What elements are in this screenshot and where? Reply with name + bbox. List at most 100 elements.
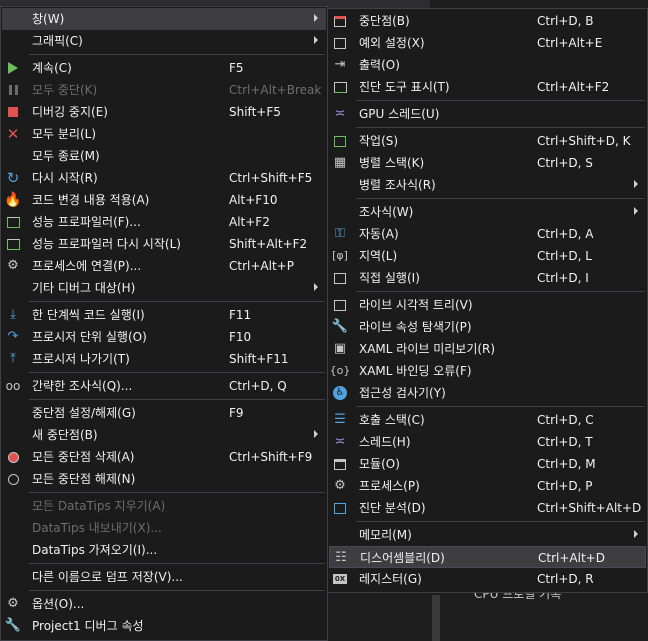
menu-item-clear-datatips[interactable]: 모든 DataTips 지우기(A) bbox=[2, 495, 326, 517]
menu-item-apply-code-changes[interactable]: 🔥 코드 변경 내용 적용(A) Alt+F10 bbox=[2, 189, 326, 211]
menu-item-performance-profiler[interactable]: 성능 프로파일러(F)... Alt+F2 bbox=[2, 211, 326, 233]
menu-item-import-datatips[interactable]: DataTips 가져오기(I)... bbox=[2, 539, 326, 561]
submenu-arrow-icon bbox=[314, 36, 318, 44]
menu-item-parallel-stacks[interactable]: ▦ 병렬 스택(K) Ctrl+D, S bbox=[329, 152, 646, 174]
menu-item-call-stack[interactable]: ☰ 호출 스택(C) Ctrl+D, C bbox=[329, 409, 646, 431]
tasks-icon bbox=[331, 132, 349, 150]
threads-icon: ≍ bbox=[334, 434, 346, 449]
separator bbox=[356, 521, 645, 522]
menu-item-live-property-explorer[interactable]: 🔧 라이브 속성 탐색기(P) bbox=[329, 316, 646, 338]
debug-menu: 창(W) 그래픽(C) 계속(C) F5 모두 중단(K) Ctrl+Alt+B… bbox=[0, 6, 328, 641]
parallel-stacks-icon: ▦ bbox=[333, 155, 347, 170]
menu-item-threads[interactable]: ≍ 스레드(H) Ctrl+D, T bbox=[329, 431, 646, 453]
menu-item-break-all[interactable]: 모두 중단(K) Ctrl+Alt+Break bbox=[2, 79, 326, 101]
separator bbox=[29, 54, 325, 55]
menu-item-continue[interactable]: 계속(C) F5 bbox=[2, 57, 326, 79]
modules-icon bbox=[331, 455, 349, 473]
menu-item-options[interactable]: ⚙ 옵션(O)... bbox=[2, 593, 326, 615]
menu-item-output[interactable]: ⇥ 출력(O) bbox=[329, 54, 646, 76]
glasses-icon: oo bbox=[5, 379, 21, 393]
separator bbox=[356, 127, 645, 128]
menu-item-gpu-threads[interactable]: ≍ GPU 스레드(U) bbox=[329, 103, 646, 125]
disassembly-icon: ☷ bbox=[335, 550, 347, 565]
menu-item-memory[interactable]: 메모리(M) bbox=[329, 524, 646, 546]
menu-item-xaml-binding-failures[interactable]: {o} XAML 바인딩 오류(F) bbox=[329, 360, 646, 382]
menu-item-toggle-breakpoint[interactable]: 중단점 설정/해제(G) F9 bbox=[2, 402, 326, 424]
menu-item-step-over[interactable]: ↷ 프로시저 단위 실행(O) F10 bbox=[2, 326, 326, 348]
menu-item-relaunch-profiler[interactable]: 성능 프로파일러 다시 시작(L) Shift+Alt+F2 bbox=[2, 233, 326, 255]
separator bbox=[29, 492, 325, 493]
menu-item-autos[interactable]: ⚿ 자동(A) Ctrl+D, A bbox=[329, 223, 646, 245]
menu-item-step-into[interactable]: ⤓ 한 단계씩 코드 실행(I) F11 bbox=[2, 304, 326, 326]
disable-breakpoints-icon bbox=[4, 470, 22, 488]
restart-icon: ↻ bbox=[6, 169, 20, 187]
submenu-arrow-icon bbox=[314, 283, 318, 291]
diagnostic-tools-icon bbox=[331, 78, 349, 96]
property-explorer-icon: 🔧 bbox=[331, 319, 349, 334]
menu-item-project-debug-properties[interactable]: 🔧 Project1 디버그 속성 bbox=[2, 615, 326, 637]
accessibility-icon: ♿ bbox=[331, 384, 349, 402]
step-into-icon: ⤓ bbox=[10, 307, 16, 322]
menu-item-diagnostic-analysis[interactable]: 진단 분석(D) Ctrl+Shift+Alt+D bbox=[329, 497, 646, 519]
close-icon: ✕ bbox=[6, 125, 20, 143]
menu-item-immediate[interactable]: 직접 실행(I) Ctrl+D, I bbox=[329, 267, 646, 289]
submenu-arrow-icon bbox=[314, 430, 318, 438]
processes-icon: ⚙ bbox=[334, 478, 346, 493]
menu-item-locals[interactable]: [φ] 지역(L) Ctrl+D, L bbox=[329, 245, 646, 267]
diagnostic-analysis-icon bbox=[331, 499, 349, 517]
menu-item-save-dump[interactable]: 다른 이름으로 덤프 저장(V)... bbox=[2, 566, 326, 588]
autos-icon: ⚿ bbox=[335, 226, 345, 241]
separator bbox=[356, 406, 645, 407]
separator bbox=[29, 590, 325, 591]
registers-icon: 0X bbox=[333, 574, 347, 584]
menu-item-watch[interactable]: 조사식(W) bbox=[329, 201, 646, 223]
menu-item-quick-watch[interactable]: oo 간략한 조사식(Q)... Ctrl+D, Q bbox=[2, 375, 326, 397]
menu-item-processes[interactable]: ⚙ 프로세스(P) Ctrl+D, P bbox=[329, 475, 646, 497]
pause-icon bbox=[4, 81, 22, 99]
step-out-icon: ⤒ bbox=[10, 351, 16, 366]
exception-settings-icon bbox=[331, 34, 349, 52]
call-stack-icon: ☰ bbox=[334, 412, 346, 427]
gear-icon: ⚙ bbox=[7, 596, 19, 611]
output-icon: ⇥ bbox=[334, 57, 346, 72]
gears-icon: ⚙ bbox=[7, 258, 19, 273]
profiler-relaunch-icon bbox=[4, 235, 22, 253]
menu-item-new-breakpoint[interactable]: 새 중단점(B) bbox=[2, 424, 326, 446]
delete-breakpoints-icon bbox=[4, 448, 22, 466]
menu-item-diagnostic-tools[interactable]: 진단 도구 표시(T) Ctrl+Alt+F2 bbox=[329, 76, 646, 98]
menu-item-xaml-live-preview[interactable]: ▣ XAML 라이브 미리보기(R) bbox=[329, 338, 646, 360]
menu-item-tasks[interactable]: 작업(S) Ctrl+Shift+D, K bbox=[329, 130, 646, 152]
binding-failures-icon: {o} bbox=[329, 364, 351, 377]
menu-item-registers[interactable]: 0X 레지스터(G) Ctrl+D, R bbox=[329, 568, 646, 590]
menu-item-disassembly[interactable]: ☷ 디스어셈블리(D) Ctrl+Alt+D bbox=[329, 546, 646, 568]
separator bbox=[29, 399, 325, 400]
menu-item-accessibility-checker[interactable]: ♿ 접근성 검사기(Y) bbox=[329, 382, 646, 404]
menu-item-delete-all-breakpoints[interactable]: 모든 중단점 삭제(A) Ctrl+Shift+F9 bbox=[2, 446, 326, 468]
separator bbox=[356, 100, 645, 101]
menu-item-graphics[interactable]: 그래픽(C) bbox=[2, 30, 326, 52]
menu-item-modules[interactable]: 모듈(O) Ctrl+D, M bbox=[329, 453, 646, 475]
menu-item-live-visual-tree[interactable]: 라이브 시각적 트리(V) bbox=[329, 294, 646, 316]
hot-reload-icon: 🔥 bbox=[4, 192, 22, 208]
menu-item-breakpoints[interactable]: 중단점(B) Ctrl+D, B bbox=[329, 10, 646, 32]
immediate-icon bbox=[331, 269, 349, 287]
menu-item-step-out[interactable]: ⤒ 프로시저 나가기(T) Shift+F11 bbox=[2, 348, 326, 370]
menu-item-exception-settings[interactable]: 예외 설정(X) Ctrl+Alt+E bbox=[329, 32, 646, 54]
menu-item-detach-all[interactable]: ✕ 모두 분리(L) bbox=[2, 123, 326, 145]
menu-item-parallel-watch[interactable]: 병렬 조사식(R) bbox=[329, 174, 646, 196]
menu-item-other-debug-targets[interactable]: 기타 디버그 대상(H) bbox=[2, 277, 326, 299]
background-scrollbar bbox=[432, 595, 440, 641]
visual-tree-icon bbox=[331, 296, 349, 314]
breakpoints-window-icon bbox=[331, 12, 349, 30]
menu-item-window[interactable]: 창(W) bbox=[2, 8, 326, 30]
menu-item-attach-to-process[interactable]: ⚙ 프로세스에 연결(P)... Ctrl+Alt+P bbox=[2, 255, 326, 277]
menu-item-export-datatips[interactable]: DataTips 내보내기(X)... bbox=[2, 517, 326, 539]
menu-item-terminate-all[interactable]: 모두 종료(M) bbox=[2, 145, 326, 167]
separator bbox=[29, 372, 325, 373]
gpu-threads-icon: ≍ bbox=[334, 106, 346, 121]
window-submenu: 중단점(B) Ctrl+D, B 예외 설정(X) Ctrl+Alt+E ⇥ 출… bbox=[327, 8, 648, 593]
separator bbox=[356, 198, 645, 199]
menu-item-stop-debugging[interactable]: 디버깅 중지(E) Shift+F5 bbox=[2, 101, 326, 123]
menu-item-restart[interactable]: ↻ 다시 시작(R) Ctrl+Shift+F5 bbox=[2, 167, 326, 189]
menu-item-disable-all-breakpoints[interactable]: 모든 중단점 해제(N) bbox=[2, 468, 326, 490]
